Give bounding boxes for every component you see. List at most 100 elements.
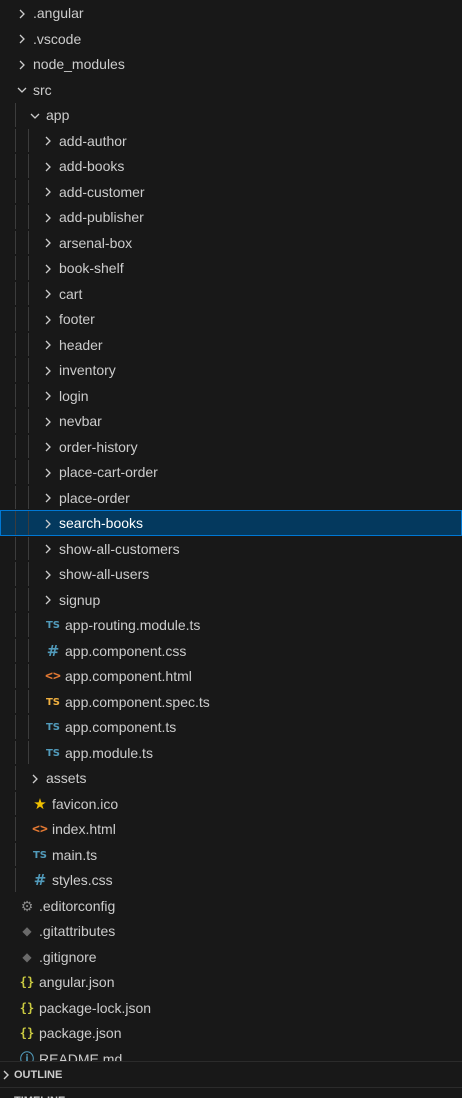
folder-row[interactable]: app: [0, 102, 462, 128]
chevron-right-icon[interactable]: [28, 766, 42, 792]
chevron-right-icon[interactable]: [41, 129, 55, 155]
chevron-down-icon[interactable]: [15, 78, 29, 104]
folder-label: login: [59, 387, 89, 404]
folder-row[interactable]: add-books: [0, 153, 462, 179]
indent-guide: [28, 434, 29, 458]
timeline-section-header[interactable]: TIMELINE: [0, 1087, 462, 1098]
folder-label: show-all-users: [59, 566, 150, 582]
indent-guide: [28, 511, 29, 535]
file-row[interactable]: {} package.json: [0, 1020, 462, 1046]
chevron-right-icon[interactable]: [41, 588, 55, 614]
file-row[interactable]: TS app.module.ts: [0, 740, 462, 766]
folder-row[interactable]: header: [0, 332, 462, 358]
folder-row[interactable]: add-customer: [0, 179, 462, 205]
folder-row[interactable]: .angular: [0, 0, 462, 26]
file-label: favicon.ico: [52, 795, 119, 812]
folder-row[interactable]: signup: [0, 587, 462, 613]
file-row[interactable]: ◆ .gitignore: [0, 944, 462, 970]
folder-row[interactable]: add-author: [0, 128, 462, 154]
chevron-right-icon[interactable]: [41, 562, 55, 588]
indent-guide: [28, 409, 29, 433]
file-row[interactable]: ⚙ .editorconfig: [0, 893, 462, 919]
chevron-right-icon[interactable]: [41, 460, 55, 486]
chevron-right-icon[interactable]: [41, 537, 55, 563]
folder-label: add-customer: [59, 183, 145, 200]
chevron-right-icon[interactable]: [41, 384, 55, 410]
chevron-right-icon[interactable]: [41, 154, 55, 180]
folder-label: node_modules: [33, 56, 125, 72]
chevron-right-icon[interactable]: [41, 205, 55, 231]
indent-guide: [28, 154, 29, 178]
file-label: index.html: [52, 821, 116, 837]
chevron-right-icon[interactable]: [41, 231, 55, 257]
typescript-icon: TS: [32, 849, 48, 861]
json-icon: {}: [19, 1026, 35, 1040]
chevron-right-icon[interactable]: [41, 409, 55, 435]
folder-row[interactable]: src: [0, 77, 462, 103]
chevron-right-icon[interactable]: [15, 52, 29, 78]
file-row[interactable]: TS app.component.spec.ts: [0, 689, 462, 715]
css-icon: #: [33, 871, 47, 889]
folder-row[interactable]: add-publisher: [0, 204, 462, 230]
explorer-file-tree: .angular .vscode node_modulessrc app add-aut…: [0, 0, 462, 1071]
html-icon: <>: [45, 669, 61, 684]
folder-row[interactable]: assets: [0, 765, 462, 791]
folder-row[interactable]: search-books: [0, 510, 462, 536]
indent-guide: [28, 358, 29, 382]
indent-guide: [15, 409, 16, 433]
file-row[interactable]: # app.component.css: [0, 638, 462, 664]
folder-label: add-author: [59, 132, 127, 149]
folder-row[interactable]: show-all-customers: [0, 536, 462, 562]
indent-guide: [15, 358, 16, 382]
indent-guide: [28, 256, 29, 280]
folder-row[interactable]: show-all-users: [0, 561, 462, 587]
chevron-right-icon[interactable]: [15, 1, 29, 27]
folder-row[interactable]: node_modules: [0, 51, 462, 77]
folder-row[interactable]: .vscode: [0, 26, 462, 52]
outline-section-header[interactable]: OUTLINE: [0, 1061, 462, 1087]
css-icon: #: [46, 641, 60, 660]
file-row[interactable]: <> app.component.html: [0, 663, 462, 689]
file-row[interactable]: {} angular.json: [0, 969, 462, 995]
folder-label: arsenal-box: [59, 234, 133, 251]
file-row[interactable]: {} package-lock.json: [0, 995, 462, 1021]
chevron-right-icon[interactable]: [41, 511, 55, 537]
indent-guide: [28, 230, 29, 254]
chevron-right-icon[interactable]: [41, 358, 55, 384]
file-row[interactable]: <> index.html: [0, 816, 462, 842]
file-row[interactable]: ★ favicon.ico: [0, 791, 462, 817]
file-row[interactable]: TS main.ts: [0, 842, 462, 868]
folder-row[interactable]: order-history: [0, 434, 462, 460]
indent-guide: [28, 332, 29, 356]
chevron-right-icon[interactable]: [41, 256, 55, 282]
file-row[interactable]: ◆ .gitattributes: [0, 918, 462, 944]
folder-row[interactable]: inventory: [0, 357, 462, 383]
file-row[interactable]: TS app.component.ts: [0, 714, 462, 740]
folder-row[interactable]: place-cart-order: [0, 459, 462, 485]
indent-guide: [15, 383, 16, 407]
chevron-down-icon[interactable]: [28, 103, 42, 129]
indent-guide: [15, 638, 16, 662]
chevron-right-icon[interactable]: [41, 282, 55, 308]
indent-guide: [15, 205, 16, 229]
folder-row[interactable]: login: [0, 383, 462, 409]
chevron-right-icon[interactable]: [41, 435, 55, 461]
folder-row[interactable]: cart: [0, 281, 462, 307]
indent-guide: [28, 740, 29, 764]
chevron-right-icon[interactable]: [41, 486, 55, 512]
chevron-right-icon[interactable]: [15, 27, 29, 53]
folder-row[interactable]: footer: [0, 306, 462, 332]
folder-row[interactable]: nevbar: [0, 408, 462, 434]
chevron-right-icon[interactable]: [41, 180, 55, 206]
indent-guide: [28, 485, 29, 509]
chevron-right-icon[interactable]: [41, 307, 55, 333]
indent-guide: [15, 536, 16, 560]
file-label: package.json: [39, 1025, 122, 1041]
folder-row[interactable]: arsenal-box: [0, 230, 462, 256]
folder-row[interactable]: place-order: [0, 485, 462, 511]
file-row[interactable]: TS app-routing.module.ts: [0, 612, 462, 638]
chevron-right-icon[interactable]: [41, 333, 55, 359]
folder-row[interactable]: book-shelf: [0, 255, 462, 281]
file-row[interactable]: # styles.css: [0, 867, 462, 893]
folder-label: signup: [59, 591, 101, 608]
